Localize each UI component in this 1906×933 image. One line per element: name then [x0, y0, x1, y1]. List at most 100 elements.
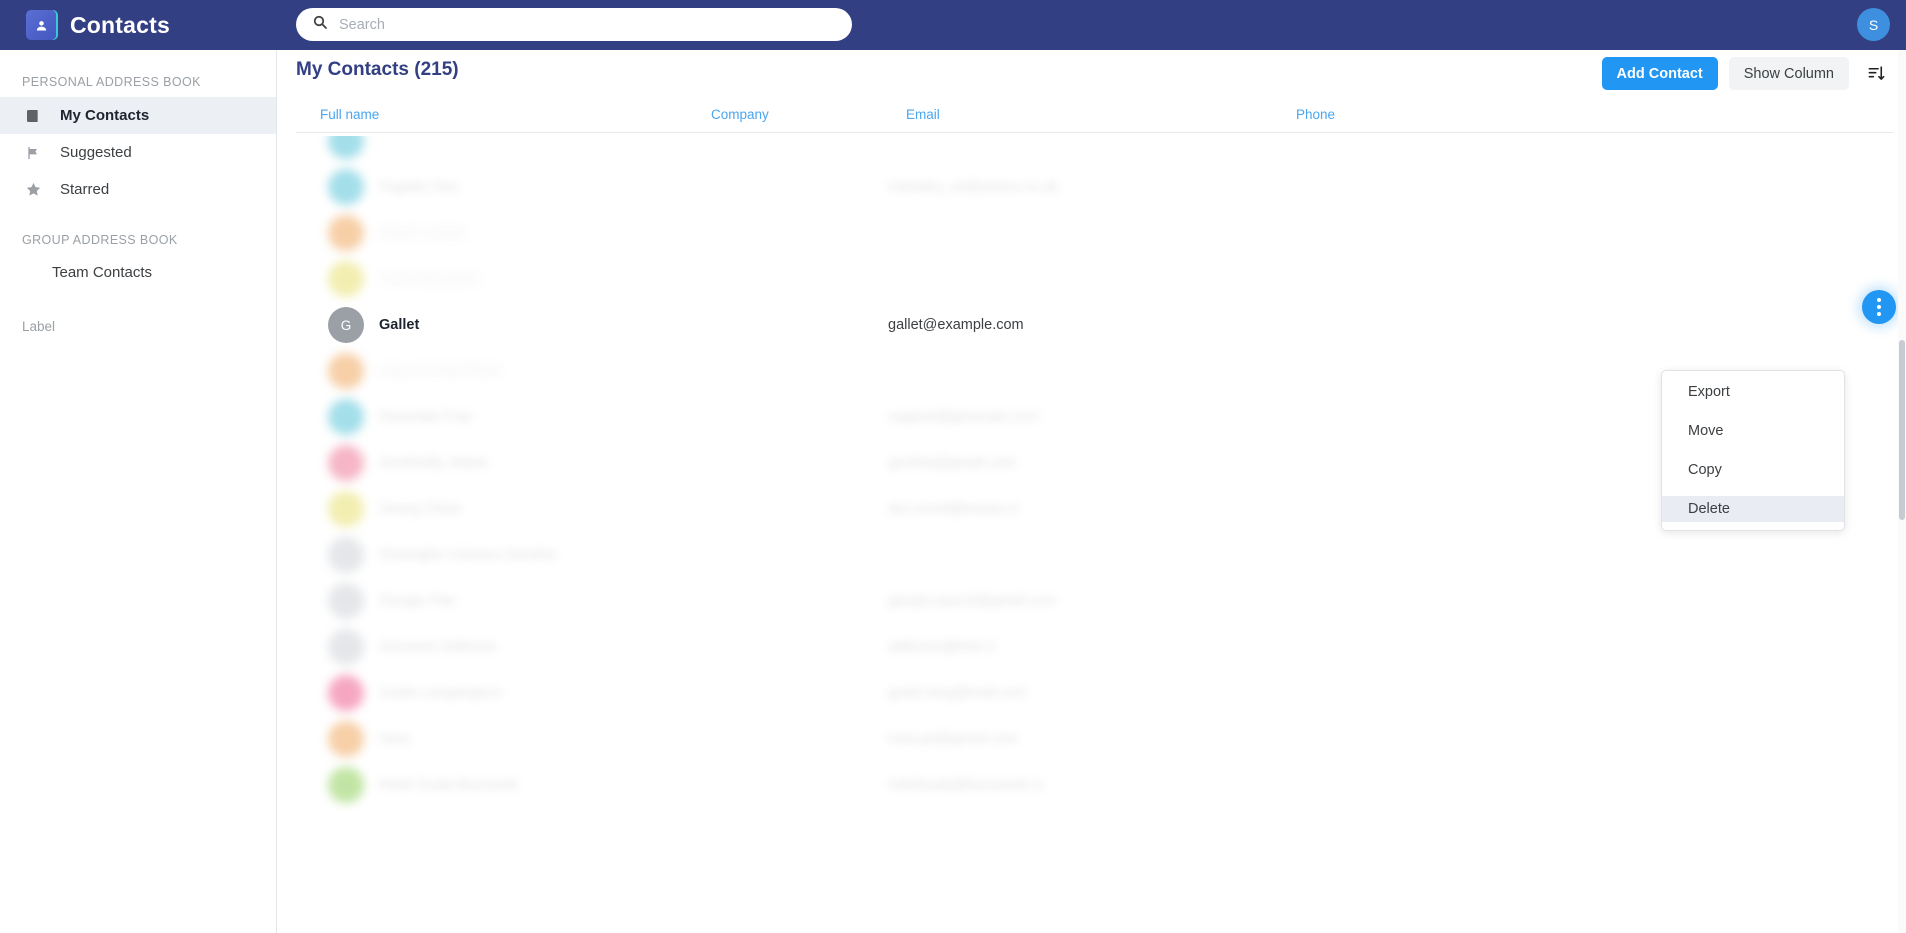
sidebar-item-label: My Contacts — [60, 107, 150, 124]
sidebar-label-heading: Label — [22, 319, 56, 334]
table-row[interactable]: Cura Alexandra — [278, 256, 1906, 302]
search-icon — [312, 14, 328, 35]
sidebar: PERSONAL ADDRESS BOOK My Contacts Sugges… — [0, 50, 277, 933]
table-row[interactable]: Guido Langangiorn guido.lang@mail.com — [278, 670, 1906, 716]
table-row[interactable]: Hotel Scala Bucuresti hotelscala@bucurest… — [278, 762, 1906, 808]
sidebar-item-my-contacts[interactable]: My Contacts — [0, 97, 276, 134]
cell-email: guido.lang@mail.com — [888, 685, 1028, 701]
avatar — [328, 629, 364, 665]
column-header-company[interactable]: Company — [711, 107, 769, 122]
table-row[interactable]: Giorgio Pau giorgio.pau10@gmail.com — [278, 578, 1906, 624]
cell-full-name: Gallet — [379, 317, 420, 333]
cell-full-name: Giorgio Pau — [379, 593, 456, 609]
cell-email: hara.pd@gmail.com — [888, 731, 1018, 747]
column-header-email[interactable]: Email — [906, 107, 940, 122]
cell-email: support@generale.com — [888, 409, 1039, 425]
table-row[interactable]: Giovanni Daltosso daltosso@bish.it — [278, 624, 1906, 670]
main-content: My Contacts (215) Add Contact Show Colum… — [278, 50, 1906, 933]
more-vertical-icon — [1877, 298, 1881, 302]
flag-icon — [24, 144, 42, 162]
avatar: G — [328, 307, 364, 343]
show-column-button[interactable]: Show Column — [1728, 57, 1849, 90]
cell-full-name: Fugahy Osa — [379, 179, 458, 195]
sidebar-item-label: Suggested — [60, 144, 132, 161]
column-header-phone[interactable]: Phone — [1296, 107, 1335, 122]
app-title: Contacts — [70, 11, 171, 38]
cell-full-name: Hotel Scala Bucuresti — [379, 777, 518, 793]
brand: Contacts — [26, 10, 170, 40]
row-actions-button[interactable] — [1862, 290, 1896, 324]
sidebar-section-personal: PERSONAL ADDRESS BOOK — [22, 75, 201, 89]
context-menu: Export Move Copy Delete — [1661, 370, 1845, 531]
cell-full-name: Hara — [379, 731, 411, 747]
vertical-scrollbar[interactable] — [1898, 50, 1906, 933]
menu-spacer — [1662, 483, 1844, 496]
header-actions: Add Contact Show Column — [1601, 57, 1892, 90]
book-icon — [24, 107, 42, 125]
avatar — [328, 491, 364, 527]
cell-full-name: Georg Chiari — [379, 501, 462, 517]
cell-full-name: Guido Langangiorn — [379, 685, 503, 701]
avatar — [328, 445, 364, 481]
top-app-bar: Contacts S — [0, 0, 1906, 50]
search-input[interactable] — [339, 16, 836, 33]
cell-email: daltosso@bish.it — [888, 639, 995, 655]
sort-descending-icon[interactable] — [1860, 58, 1892, 90]
sidebar-section-group: GROUP ADDRESS BOOK — [22, 233, 178, 247]
cell-full-name: Cura Alexandra — [379, 271, 479, 287]
cell-email: gallet@example.com — [888, 317, 1024, 333]
cell-full-name: Giovanni Daltosso — [379, 639, 497, 655]
cell-email: mylealry_ce@yahoo.co.uk — [888, 179, 1059, 195]
star-icon — [24, 181, 42, 199]
avatar — [328, 767, 364, 803]
avatar — [328, 537, 364, 573]
sidebar-item-team-contacts[interactable]: Team Contacts — [0, 254, 276, 291]
table-row[interactable]: Fugahy Osa mylealry_ce@yahoo.co.uk — [278, 164, 1906, 210]
cell-email: hotelscala@bucuresti.ro — [888, 777, 1044, 793]
page-title: My Contacts (215) — [296, 59, 459, 80]
cell-full-name: Gheorghe Ciobanu Dumitra — [379, 547, 557, 563]
avatar — [328, 261, 364, 297]
search-bar[interactable] — [296, 8, 852, 41]
address-book-icon — [26, 10, 56, 40]
cell-full-name: Gaza Fiorita Pitesti — [379, 363, 502, 379]
context-menu-item-copy[interactable]: Copy — [1662, 457, 1844, 483]
cell-full-name: Genthially, Marar — [379, 455, 489, 471]
menu-spacer — [1662, 444, 1844, 457]
cell-full-name: Generale Fran — [379, 409, 473, 425]
add-contact-button[interactable]: Add Contact — [1601, 57, 1718, 90]
content-header: My Contacts (215) Add Contact Show Colum… — [278, 50, 1906, 105]
table-row[interactable]: Gbule Luinga — [278, 210, 1906, 256]
contacts-table: Fugahy Osa mylealry_ce@yahoo.co.uk Gbule L… — [278, 136, 1906, 933]
sidebar-item-suggested[interactable]: Suggested — [0, 134, 276, 171]
table-row[interactable]: Hara hara.pd@gmail.com — [278, 716, 1906, 762]
avatar — [328, 353, 364, 389]
context-menu-item-move[interactable]: Move — [1662, 418, 1844, 444]
context-menu-item-export[interactable]: Export — [1662, 379, 1844, 405]
table-row[interactable] — [278, 136, 1906, 164]
cell-email: giorgio.pau10@gmail.com — [888, 593, 1057, 609]
avatar — [328, 169, 364, 205]
table-row[interactable]: Gheorghe Ciobanu Dumitra — [278, 532, 1906, 578]
column-header-full-name[interactable]: Full name — [320, 107, 379, 122]
table-row[interactable]: G Gallet gallet@example.com — [278, 302, 1906, 348]
avatar[interactable]: S — [1857, 8, 1890, 41]
avatar — [328, 399, 364, 435]
more-vertical-icon — [1877, 312, 1881, 316]
table-column-headers: Full name Company Email Phone — [296, 105, 1894, 133]
sidebar-item-starred[interactable]: Starred — [0, 171, 276, 208]
cell-email: genthia@gmail.com — [888, 455, 1017, 471]
cell-email: dev.ucont@westa.ro — [888, 501, 1020, 517]
cell-full-name: Gbule Luinga — [379, 225, 466, 241]
avatar — [328, 215, 364, 251]
sidebar-item-label: Starred — [60, 181, 110, 198]
avatar — [328, 721, 364, 757]
avatar — [328, 583, 364, 619]
context-menu-item-delete[interactable]: Delete — [1662, 496, 1844, 522]
more-vertical-icon — [1877, 305, 1881, 309]
menu-spacer — [1662, 405, 1844, 418]
sidebar-item-label: Team Contacts — [52, 264, 153, 281]
scrollbar-thumb[interactable] — [1899, 340, 1905, 520]
avatar — [328, 675, 364, 711]
avatar — [328, 136, 364, 159]
